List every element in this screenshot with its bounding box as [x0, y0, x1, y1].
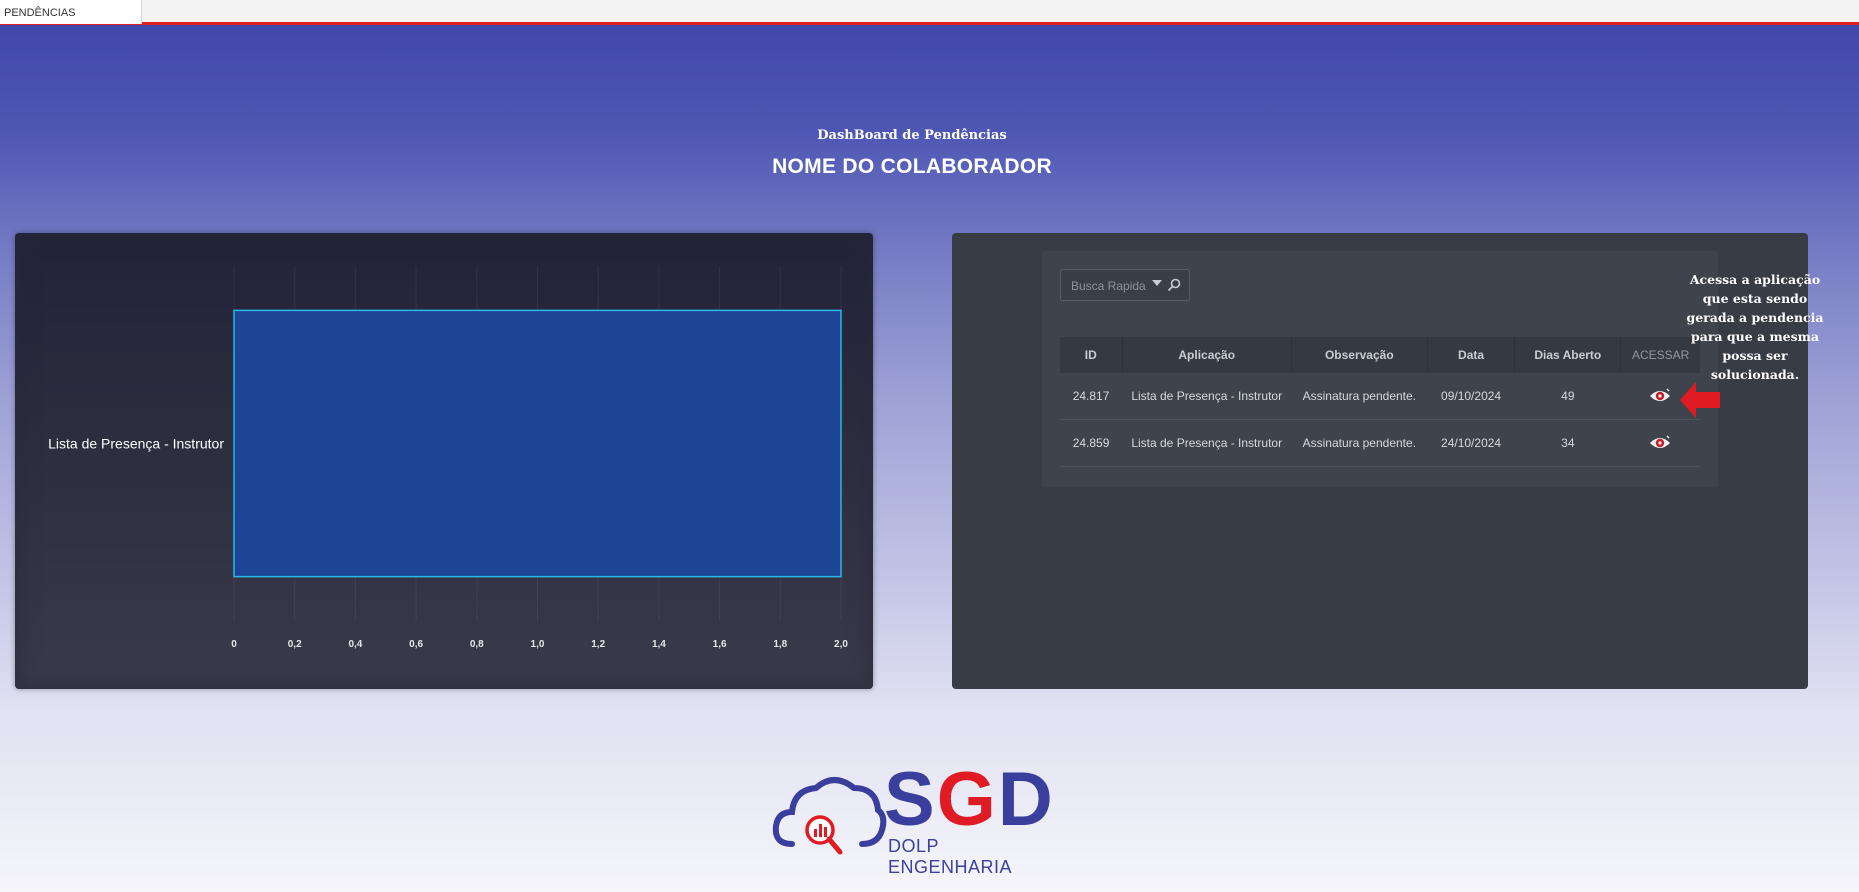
annotation-note: Acessa a aplicação que esta sendo gerada… [1686, 272, 1824, 382]
x-tick-label: 0 [231, 639, 237, 650]
chart-panel: Lista de Presença - Instrutor 0 0,2 0,4 0,6 0… [15, 233, 873, 689]
cell-data: 24/10/2024 [1427, 419, 1515, 467]
cell-id: 24.817 [1060, 373, 1123, 420]
cloud-search-icon [772, 777, 887, 855]
quick-search[interactable] [1060, 269, 1190, 302]
cell-id: 24.859 [1060, 419, 1123, 467]
table-row: 24.817 Lista de Presença - Instrutor Ass… [1060, 373, 1700, 420]
x-tick-label: 1,6 [713, 639, 727, 650]
pendencias-table: ID Aplicação Observação Data Dias Aberto… [1060, 337, 1700, 467]
cell-observacao: Assinatura pendente. [1291, 373, 1428, 420]
logo-letter-s: S [884, 757, 937, 842]
eye-icon[interactable] [1649, 435, 1671, 451]
cell-acessar [1620, 419, 1700, 467]
cell-aplicacao: Lista de Presença - Instrutor [1122, 419, 1292, 467]
eye-icon[interactable] [1649, 388, 1671, 404]
cell-data: 09/10/2024 [1427, 373, 1515, 420]
tab-pendencias[interactable]: PENDÊNCIAS [0, 0, 142, 24]
column-header-dias-aberto[interactable]: Dias Aberto [1514, 337, 1622, 373]
sgd-logo: SGD DOLP ENGENHARIA [772, 762, 1062, 877]
cell-dias-aberto: 34 [1514, 419, 1621, 467]
collaborator-name: NOME DO COLABORADOR [772, 155, 1052, 178]
x-tick-label: 0,2 [288, 639, 302, 650]
x-tick-label: 2,0 [834, 639, 848, 650]
search-icon[interactable] [1167, 278, 1181, 292]
x-tick-label: 1,0 [531, 639, 545, 650]
x-tick-label: 1,8 [773, 639, 787, 650]
cell-aplicacao: Lista de Presença - Instrutor [1122, 373, 1292, 420]
x-tick-label: 1,4 [652, 639, 666, 650]
dashboard-subtitle: DashBoard de Pendências [817, 128, 1007, 143]
table-row: 24.859 Lista de Presença - Instrutor Ass… [1060, 419, 1700, 467]
top-tab-bar: PENDÊNCIAS [0, 0, 1859, 25]
chevron-down-icon[interactable] [1152, 280, 1162, 286]
logo-subtitle: DOLP ENGENHARIA [888, 836, 1013, 877]
bar[interactable] [233, 309, 842, 578]
column-header-observacao[interactable]: Observação [1291, 337, 1428, 373]
column-header-data[interactable]: Data [1427, 337, 1516, 373]
bar-chart: Lista de Presença - Instrutor 0 0,2 0,4 0,6 0… [48, 266, 848, 650]
column-header-aplicacao[interactable]: Aplicação [1122, 337, 1292, 373]
search-input[interactable] [1061, 270, 1155, 302]
logo-letter-d: D [997, 757, 1055, 842]
x-tick-label: 0,6 [409, 639, 423, 650]
logo-wordmark: SGD [884, 762, 1055, 838]
x-tick-label: 1,2 [591, 639, 605, 650]
x-tick-label: 0,4 [348, 639, 362, 650]
table-header-row: ID Aplicação Observação Data Dias Aberto… [1060, 337, 1700, 373]
column-header-id[interactable]: ID [1060, 337, 1123, 373]
logo-letter-g: G [936, 757, 998, 842]
x-tick-label: 0,8 [470, 639, 484, 650]
category-label: Lista de Presença - Instrutor [48, 436, 224, 452]
cell-observacao: Assinatura pendente. [1291, 419, 1428, 467]
cell-dias-aberto: 49 [1514, 373, 1621, 420]
arrow-left-icon [1680, 382, 1720, 418]
